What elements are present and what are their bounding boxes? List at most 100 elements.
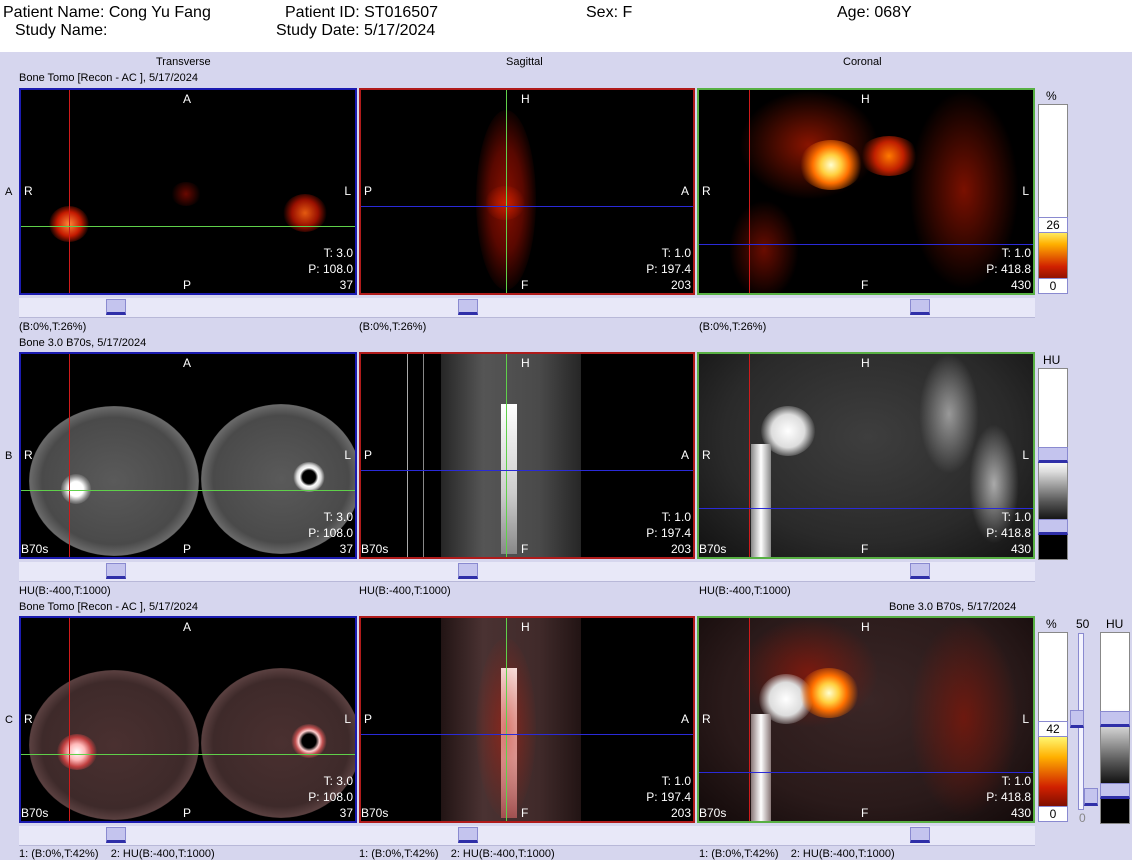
orient-left: R: [24, 184, 33, 198]
patient-header: Patient Name: Cong Yu Fang Study Name: P…: [0, 0, 1132, 52]
thickness-label: T: 3.0: [323, 510, 353, 524]
orient-top: H: [521, 92, 530, 106]
thickness-label: T: 3.0: [323, 774, 353, 788]
position-label: P: 197.4: [646, 526, 691, 540]
viewport-a-sagittal[interactable]: H F P A T: 1.0 P: 197.4 203: [359, 88, 695, 295]
window-label-b-sagittal: HU(B:-400,T:1000): [359, 585, 451, 597]
column-title-sagittal: Sagittal: [506, 56, 543, 68]
window-bottom-handle-c[interactable]: [1100, 783, 1130, 799]
thickness-label: T: 3.0: [323, 246, 353, 260]
orient-right: L: [344, 712, 351, 726]
blend-top-value: 50: [1076, 617, 1090, 631]
slice-number: 203: [670, 542, 691, 556]
orient-left: P: [364, 712, 373, 726]
patient-name: Patient Name: Cong Yu Fang: [3, 4, 211, 21]
position-label: P: 197.4: [646, 790, 691, 804]
window-label-c-sagittal: 1: (B:0%,T:42%) 2: HU(B:-400,T:1000): [359, 848, 555, 860]
window-label-b-transverse: HU(B:-400,T:1000): [19, 585, 111, 597]
viewport-c-coronal[interactable]: H F R L T: 1.0 P: 418.8 430 B70s: [697, 616, 1035, 823]
orient-left: R: [702, 712, 711, 726]
slice-slider-track-a: [19, 298, 1035, 318]
orient-top: A: [183, 92, 192, 106]
scale-bottom-value-c[interactable]: 0: [1038, 806, 1068, 822]
scale-unit-c-ct: HU: [1106, 617, 1124, 631]
viewport-b-coronal[interactable]: H F R L T: 1.0 P: 418.8 430 B70s: [697, 352, 1035, 559]
scale-unit-c: %: [1046, 617, 1057, 631]
window-bottom-handle-b[interactable]: [1038, 519, 1068, 535]
kernel-label: B70s: [361, 542, 389, 556]
orient-bottom: F: [861, 806, 869, 820]
position-label: P: 197.4: [646, 262, 691, 276]
column-title-transverse: Transverse: [156, 56, 211, 68]
row-letter-a: A: [5, 186, 13, 198]
window-top-handle-b[interactable]: [1038, 447, 1068, 463]
viewport-b-transverse[interactable]: A P R L T: 3.0 P: 108.0 37 B70s: [19, 352, 357, 559]
position-label: P: 418.8: [986, 526, 1031, 540]
position-label: P: 418.8: [986, 790, 1031, 804]
slice-slider-c-transverse[interactable]: [106, 827, 126, 843]
slice-number: 430: [1010, 806, 1031, 820]
viewport-a-transverse[interactable]: A P R L T: 3.0 P: 108.0 37: [19, 88, 357, 295]
window-top-handle-c[interactable]: [1100, 711, 1130, 727]
scale-top-value-a[interactable]: 26: [1038, 217, 1068, 233]
series-label-row-c-right: Bone 3.0 B70s, 5/17/2024: [889, 601, 1017, 613]
orient-top: H: [861, 92, 870, 106]
column-title-coronal: Coronal: [843, 56, 882, 68]
orient-left: R: [24, 712, 33, 726]
orient-top: A: [183, 620, 192, 634]
viewport-a-coronal[interactable]: H F R L T: 1.0 P: 418.8 430: [697, 88, 1035, 295]
slice-slider-track-b: [19, 562, 1035, 582]
orient-right: A: [680, 712, 689, 726]
orient-left: R: [702, 184, 711, 198]
orient-right: L: [1022, 184, 1029, 198]
slice-number: 430: [1010, 278, 1031, 292]
window-label-c-coronal: 1: (B:0%,T:42%) 2: HU(B:-400,T:1000): [699, 848, 895, 860]
window-label-a-transverse: (B:0%,T:26%): [19, 321, 87, 333]
orient-bottom: F: [861, 542, 869, 556]
viewport-b-sagittal[interactable]: H F P A T: 1.0 P: 197.4 203 B70s: [359, 352, 695, 559]
orient-bottom: F: [861, 278, 869, 292]
kernel-label: B70s: [361, 806, 389, 820]
orient-top: H: [521, 356, 530, 370]
kernel-label: B70s: [699, 806, 727, 820]
scale-bottom-value-a[interactable]: 0: [1038, 278, 1068, 294]
slice-slider-b-transverse[interactable]: [106, 563, 126, 579]
slice-number: 37: [339, 542, 353, 556]
blend-slider-handle[interactable]: [1070, 710, 1084, 728]
color-scale-bar-a[interactable]: [1038, 104, 1068, 294]
slice-number: 37: [339, 806, 353, 820]
window-label-c-transverse: 1: (B:0%,T:42%) 2: HU(B:-400,T:1000): [19, 848, 215, 860]
viewport-c-transverse[interactable]: A P R L T: 3.0 P: 108.0 37 B70s: [19, 616, 357, 823]
blend-bottom-value: 0: [1079, 811, 1086, 825]
series-label-row-b: Bone 3.0 B70s, 5/17/2024: [19, 337, 147, 349]
orient-bottom: P: [183, 806, 192, 820]
slice-slider-c-coronal[interactable]: [910, 827, 930, 843]
scale-unit-b: HU: [1043, 353, 1061, 367]
slice-slider-track-c: [19, 826, 1035, 846]
row-letter-c: C: [5, 714, 13, 726]
thickness-label: T: 1.0: [1001, 246, 1031, 260]
orient-top: H: [521, 620, 530, 634]
position-label: P: 108.0: [308, 526, 353, 540]
slice-slider-b-sagittal[interactable]: [458, 563, 478, 579]
slice-slider-a-coronal[interactable]: [910, 299, 930, 315]
scale-top-value-c[interactable]: 42: [1038, 721, 1068, 737]
scale-unit-a: %: [1046, 89, 1057, 103]
window-label-a-sagittal: (B:0%,T:26%): [359, 321, 427, 333]
orient-left: P: [364, 184, 373, 198]
patient-age: Age: 068Y: [837, 4, 912, 21]
orient-left: R: [702, 448, 711, 462]
slice-slider-c-sagittal[interactable]: [458, 827, 478, 843]
thickness-label: T: 1.0: [661, 246, 691, 260]
position-label: P: 418.8: [986, 262, 1031, 276]
slice-slider-a-sagittal[interactable]: [458, 299, 478, 315]
slice-slider-a-transverse[interactable]: [106, 299, 126, 315]
slice-slider-b-coronal[interactable]: [910, 563, 930, 579]
series-label-row-a: Bone Tomo [Recon - AC ], 5/17/2024: [19, 72, 198, 84]
viewport-c-sagittal[interactable]: H F P A T: 1.0 P: 197.4 203 B70s: [359, 616, 695, 823]
blend-slider-handle-2[interactable]: [1084, 788, 1098, 806]
kernel-label: B70s: [21, 806, 49, 820]
slice-number: 203: [670, 806, 691, 820]
study-date: Study Date: 5/17/2024: [276, 22, 436, 39]
slice-number: 37: [339, 278, 353, 292]
